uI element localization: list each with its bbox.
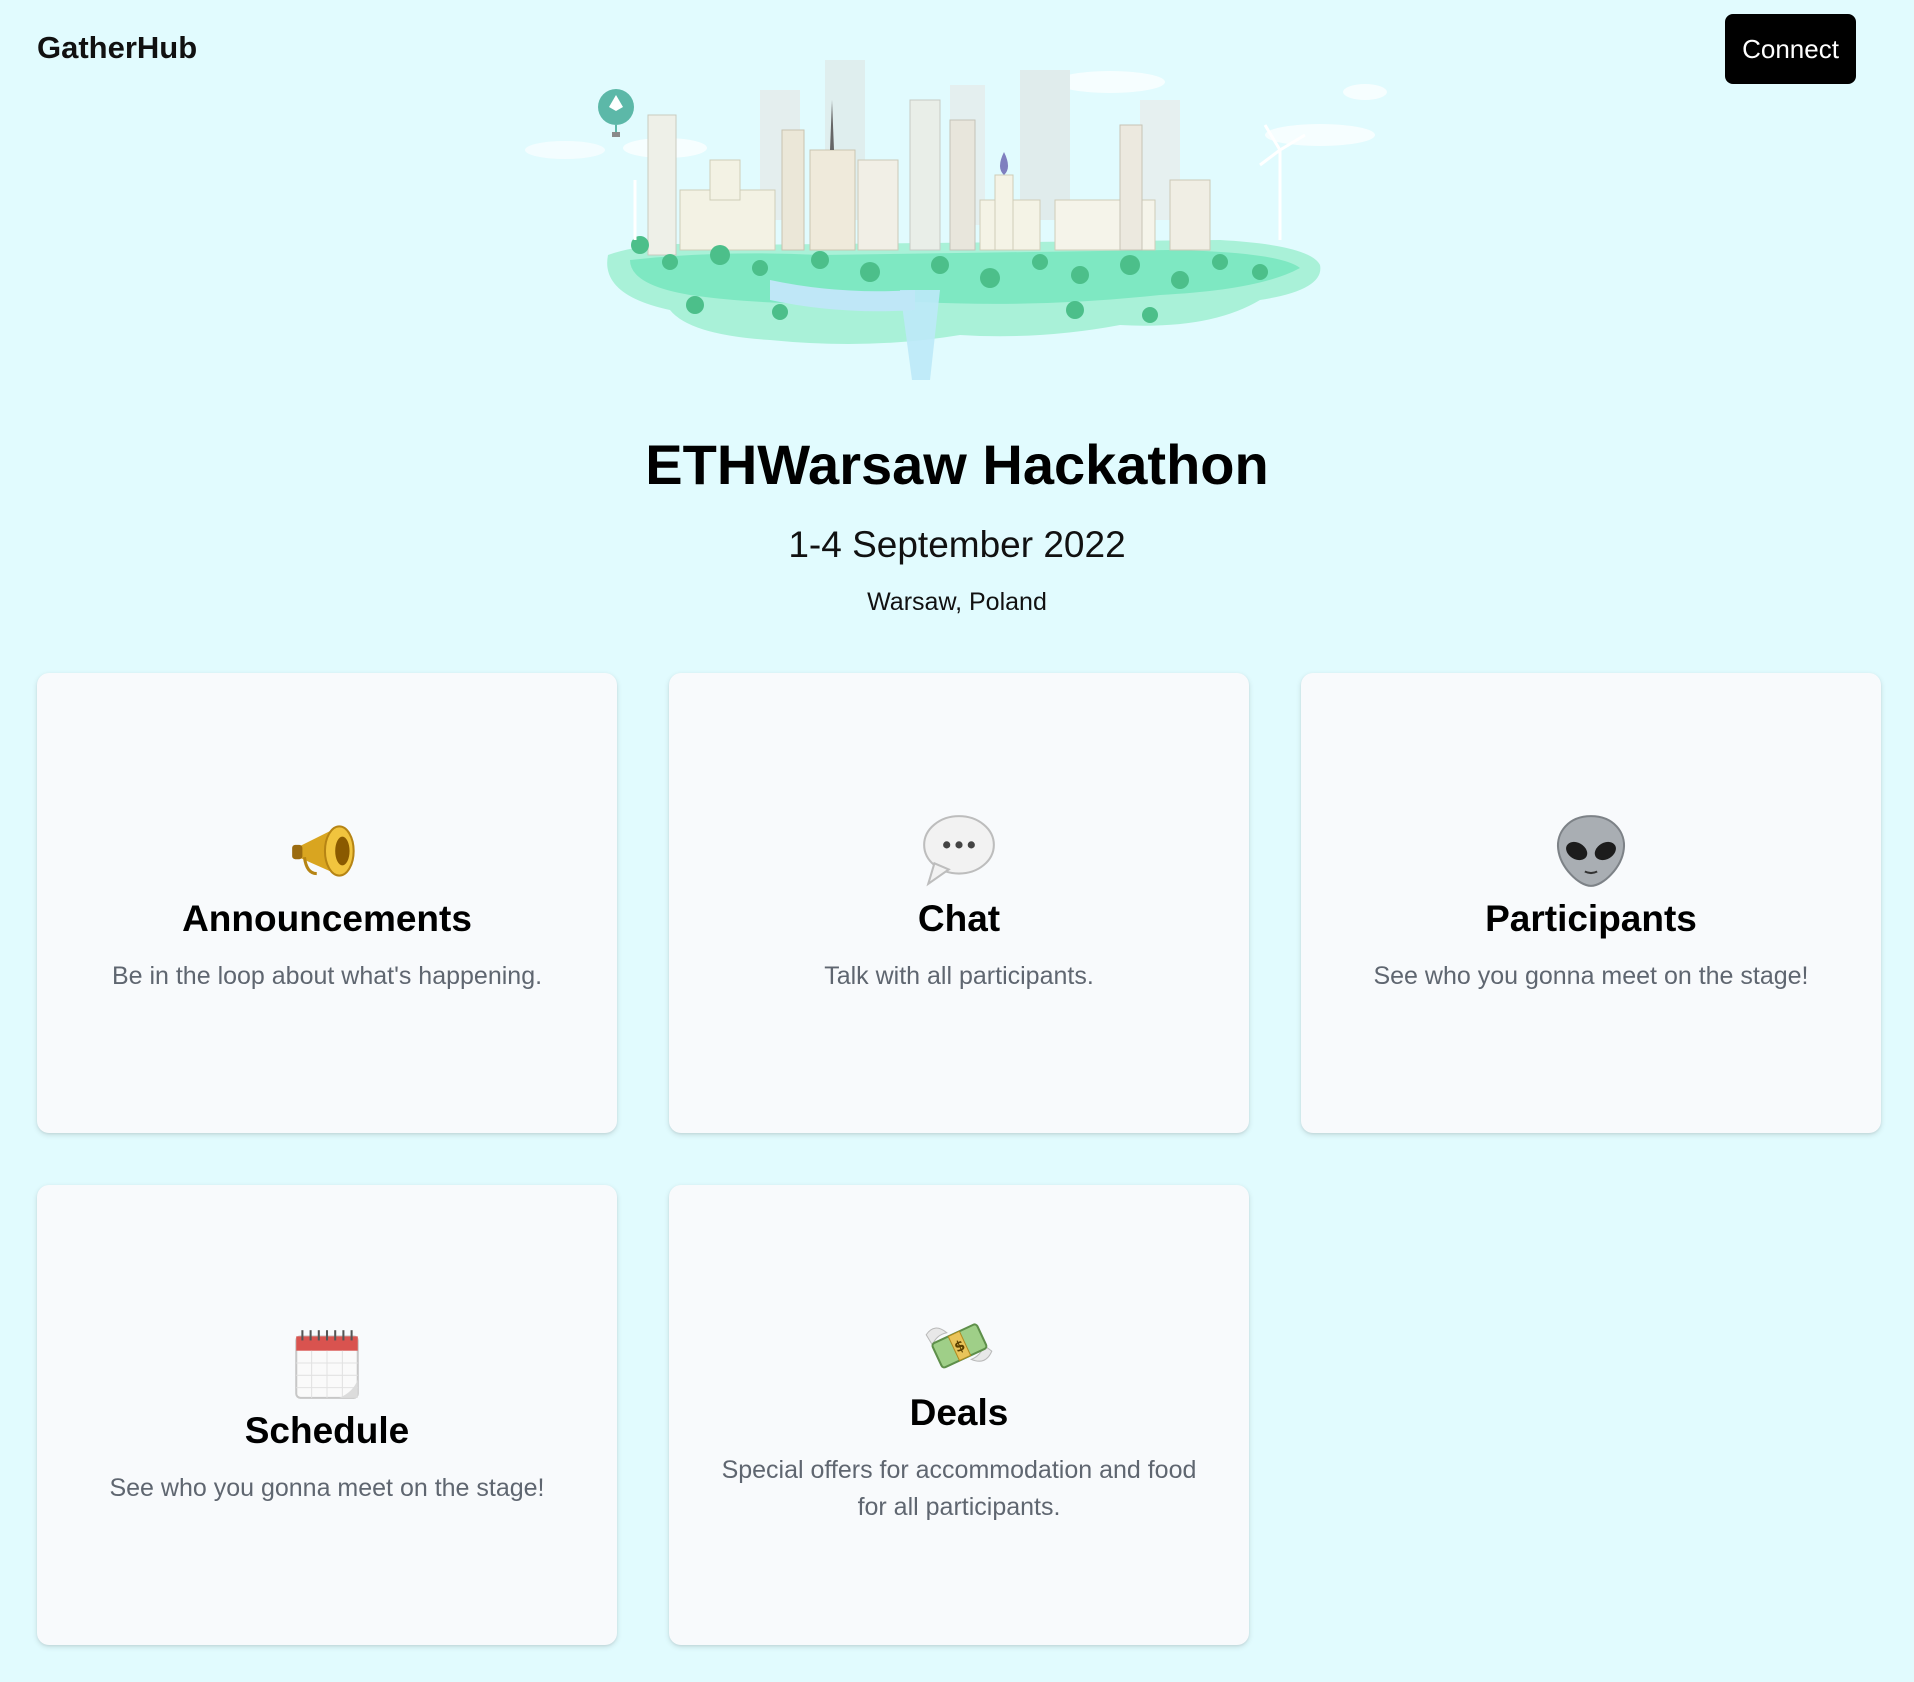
card-description: See who you gonna meet on the stage! — [1373, 962, 1809, 991]
card-title: Deals — [909, 1391, 1009, 1433]
card-description: Talk with all participants. — [824, 962, 1094, 991]
card-title: Chat — [917, 898, 1001, 940]
card-chat[interactable]: Chat Talk with all participants. — [669, 673, 1249, 1133]
card-participants[interactable]: Participants See who you gonna meet on t… — [1301, 673, 1881, 1133]
event-location: Warsaw, Poland — [867, 588, 1047, 616]
card-description: See who you gonna meet on the stage! — [109, 1474, 545, 1503]
card-title: Announcements — [182, 898, 472, 940]
page: GatherHub Connect ETHWarsaw Hackathon 1-… — [0, 0, 1914, 1682]
card-schedule[interactable]: Schedule See who you gonna meet on the s… — [37, 1185, 617, 1645]
alien-icon — [1557, 815, 1625, 888]
card-deals[interactable]: $ Deals Special offers for accommodation… — [669, 1185, 1249, 1645]
megaphone-icon — [292, 825, 355, 877]
speech-bubble-icon — [923, 815, 995, 887]
card-announcements[interactable]: Announcements Be in the loop about what'… — [37, 673, 617, 1133]
card-title: Schedule — [244, 1410, 410, 1452]
event-dates: 1-4 September 2022 — [788, 524, 1126, 565]
hero-city-illustration — [525, 60, 1387, 380]
card-title: Participants — [1485, 898, 1697, 940]
brand-logo[interactable]: GatherHub — [37, 30, 197, 66]
card-description: Special offers for accommodation and foo… — [721, 1455, 1197, 1522]
card-description: Be in the loop about what's happening. — [111, 962, 543, 991]
connect-button[interactable]: Connect — [1725, 14, 1856, 84]
event-title: ETHWarsaw Hackathon — [645, 433, 1269, 496]
money-with-wings-icon: $ — [925, 1322, 993, 1368]
calendar-icon — [295, 1330, 359, 1400]
